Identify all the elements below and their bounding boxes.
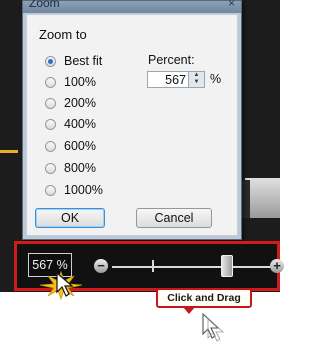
zoom-to-label: Zoom to <box>39 27 87 42</box>
close-icon[interactable]: × <box>228 0 235 10</box>
radio-label: 400% <box>64 117 96 131</box>
app-panel-light <box>245 178 280 218</box>
radio-label: 200% <box>64 96 96 110</box>
radio-icon[interactable] <box>45 76 56 88</box>
zoom-slider-track[interactable] <box>112 266 272 268</box>
callout-pointer <box>183 307 195 314</box>
radio-icon[interactable] <box>45 140 56 152</box>
zoom-in-icon[interactable]: + <box>270 259 284 273</box>
mouse-cursor-icon <box>56 272 74 297</box>
zoom-dialog: Zoom × Zoom to Best fit 100% 200% 400% 6… <box>22 0 242 240</box>
radio-icon[interactable] <box>45 118 56 130</box>
radio-1000[interactable]: 1000% <box>45 181 103 199</box>
stepper-buttons[interactable]: ▲ ▼ <box>188 72 204 87</box>
radio-label: Best fit <box>64 54 103 68</box>
mouse-cursor-icon <box>202 312 225 342</box>
radio-icon[interactable] <box>45 55 56 67</box>
radio-label: 1000% <box>64 183 103 197</box>
dialog-titlebar[interactable]: Zoom × <box>23 0 241 13</box>
click-and-drag-callout: Click and Drag <box>156 288 252 308</box>
spin-up-icon[interactable]: ▲ <box>189 72 204 79</box>
radio-icon[interactable] <box>45 184 56 196</box>
radio-icon[interactable] <box>45 97 56 109</box>
slider-tick <box>152 260 154 272</box>
radio-600[interactable]: 600% <box>45 137 96 155</box>
ok-button[interactable]: OK <box>35 208 105 228</box>
radio-800[interactable]: 800% <box>45 159 96 177</box>
radio-label: 600% <box>64 139 96 153</box>
zoom-out-icon[interactable]: − <box>94 259 108 273</box>
percent-sign: % <box>210 72 222 86</box>
percent-input[interactable] <box>150 72 186 87</box>
radio-icon[interactable] <box>45 162 56 174</box>
radio-200[interactable]: 200% <box>45 94 96 112</box>
radio-100[interactable]: 100% <box>45 73 96 91</box>
percent-label: Percent: <box>148 53 195 67</box>
radio-label: 800% <box>64 161 96 175</box>
dialog-body: Zoom to Best fit 100% 200% 400% 600% 800… <box>26 14 238 236</box>
percent-stepper[interactable]: ▲ ▼ <box>147 71 205 88</box>
radio-best-fit[interactable]: Best fit <box>45 52 102 70</box>
app-accent-mark <box>0 150 18 153</box>
radio-400[interactable]: 400% <box>45 115 96 133</box>
zoom-slider-thumb[interactable] <box>221 255 233 277</box>
cancel-button[interactable]: Cancel <box>136 208 212 228</box>
radio-label: 100% <box>64 75 96 89</box>
spin-down-icon[interactable]: ▼ <box>189 79 204 86</box>
dialog-title: Zoom <box>29 0 60 10</box>
